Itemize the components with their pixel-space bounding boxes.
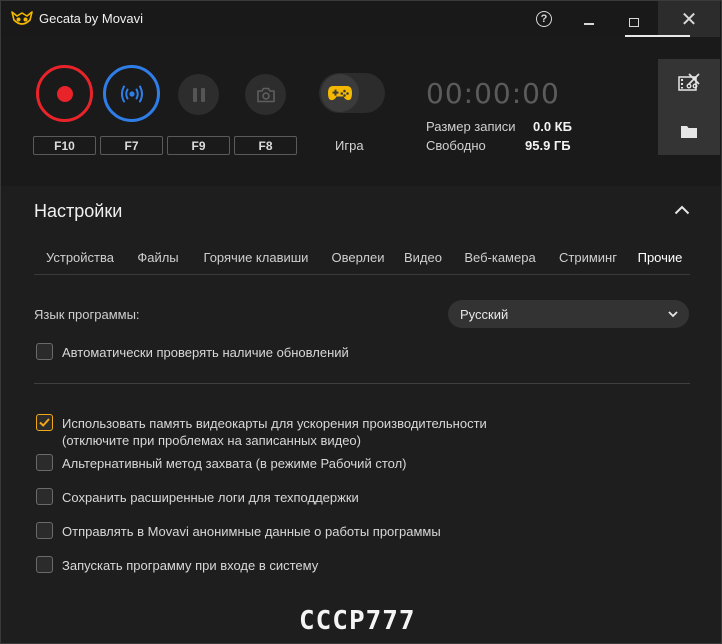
chevron-up-icon [674,205,690,215]
settings-title: Настройки [34,201,123,221]
maximize-icon [629,17,639,27]
settings-tabs: Устройства Файлы Горячие клавиши Оверлеи… [34,239,690,275]
owl-logo-icon [11,11,33,25]
app-title: Gecata by Movavi [39,11,144,26]
gamepad-icon [328,86,352,101]
watermark-text: CCCP777 [299,606,416,636]
pause-hotkey-label: F9 [167,136,230,155]
folder-icon [681,125,697,138]
help-icon: ? [536,11,552,27]
tab-streaming[interactable]: Стриминг [550,239,626,275]
tab-overlays[interactable]: Оверлеи [324,239,392,275]
screenshot-hotkey-label: F8 [234,136,297,155]
broadcast-icon [120,85,143,102]
autostart-checkbox[interactable] [36,556,53,573]
game-mode-toggle[interactable] [319,73,385,113]
close-button[interactable]: ✕ [658,1,720,37]
app-window: Gecata by Movavi ? ✕ F10 F7 F9 F8 Игра 0… [0,0,722,644]
collapse-settings-button[interactable] [671,199,693,221]
record-dot-icon [56,85,73,102]
alt-capture-checkbox[interactable] [36,454,53,471]
camera-icon [256,87,275,102]
game-mode-label: Игра [335,138,364,153]
stream-hotkey-label: F7 [100,136,163,155]
extended-logs-checkbox[interactable] [36,488,53,505]
chevron-down-icon [668,311,678,318]
capture-controls: F10 F7 F9 F8 Игра 00:00:00 Размер записи… [1,37,721,186]
autostart-label: Запускать программу при входе в систему [62,558,319,573]
film-edit-icon [678,73,700,91]
record-size-label: Размер записи [426,119,516,134]
stream-button[interactable] [103,65,160,122]
language-select[interactable]: Русский [448,300,689,328]
editor-button[interactable] [658,59,720,107]
open-folder-button[interactable] [658,107,720,155]
game-mode-knob [321,74,359,112]
tab-devices[interactable]: Устройства [34,239,126,275]
anonymous-data-checkbox[interactable] [36,522,53,539]
alt-capture-label: Альтернативный метод захвата (в режиме Р… [62,456,407,471]
gpu-memory-checkbox[interactable] [36,414,53,431]
maximize-button[interactable] [612,1,656,37]
record-hotkey-label: F10 [33,136,96,155]
auto-update-label: Автоматически проверять наличие обновлен… [62,345,349,360]
auto-update-checkbox[interactable] [36,343,53,360]
checkmark-icon [39,418,50,427]
language-label: Язык программы: [34,307,140,322]
active-tab-indicator [625,35,690,37]
language-selected-value: Русский [460,307,509,322]
gpu-memory-label: Использовать память видеокарты для ускор… [62,416,487,431]
extended-logs-label: Сохранить расширенные логи для техподдер… [62,490,359,505]
pause-icon [192,87,205,102]
tab-webcam[interactable]: Веб-камера [456,239,544,275]
record-size-value: 0.0 КБ [533,119,572,134]
help-button[interactable]: ? [522,1,566,37]
tab-hotkeys[interactable]: Горячие клавиши [192,239,320,275]
recording-timer: 00:00:00 [426,77,560,110]
title-bar: Gecata by Movavi ? ✕ [1,1,721,37]
screenshot-button[interactable] [245,74,286,115]
free-space-label: Свободно [426,138,486,153]
record-button[interactable] [36,65,93,122]
settings-divider [34,383,690,384]
side-panel [658,59,720,155]
pause-button[interactable] [178,74,219,115]
free-space-value: 95.9 ГБ [525,138,571,153]
minimize-icon [584,23,594,25]
tab-files[interactable]: Файлы [130,239,186,275]
close-icon: ✕ [680,8,698,31]
tab-other[interactable]: Прочие [628,239,692,275]
gpu-memory-hint: (отключите при проблемах на записанных в… [62,433,361,448]
minimize-button[interactable] [567,1,611,37]
tab-video[interactable]: Видео [398,239,448,275]
anonymous-data-label: Отправлять в Movavi анонимные данные о р… [62,524,441,539]
